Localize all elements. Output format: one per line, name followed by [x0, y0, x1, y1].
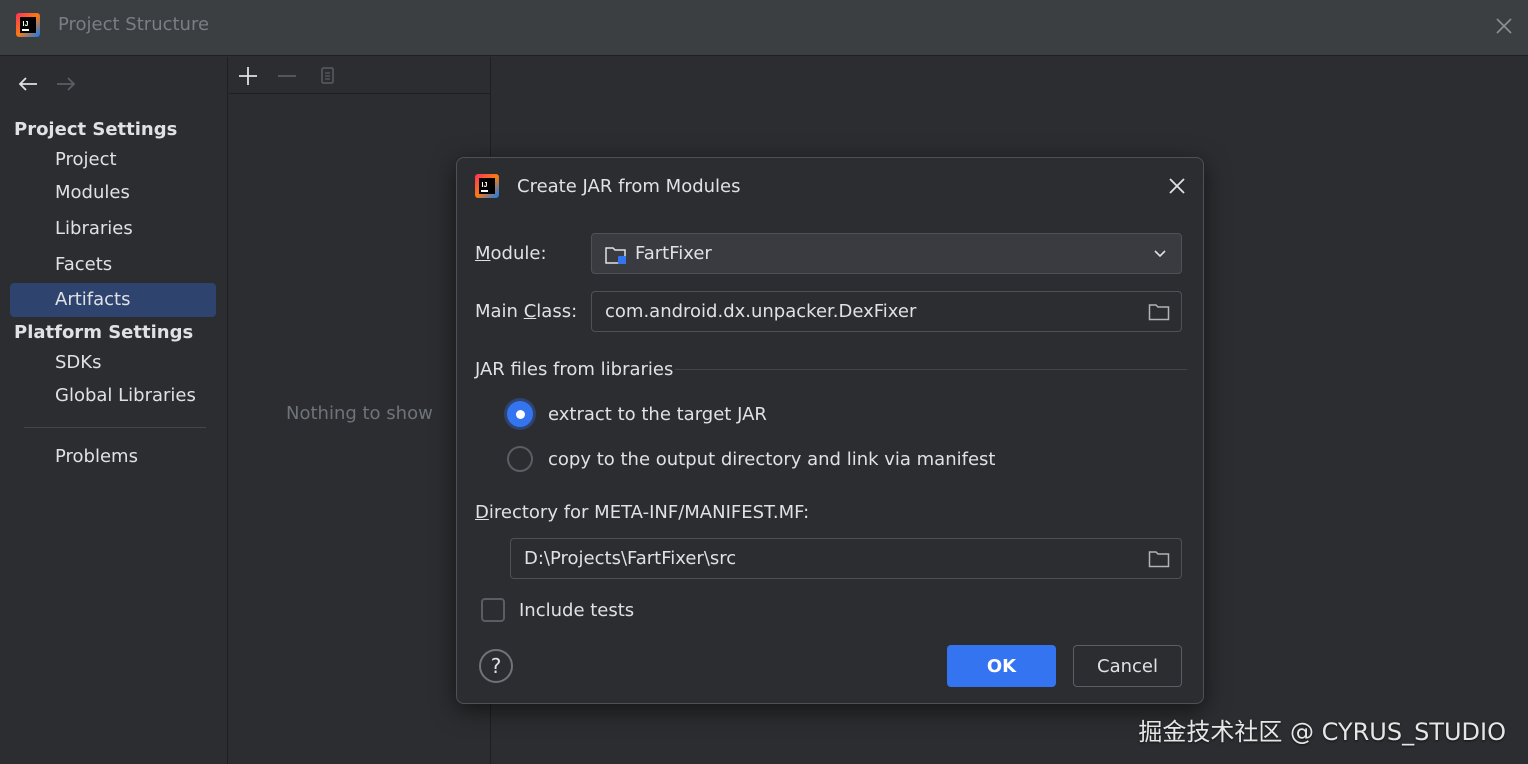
radio-label: copy to the output directory and link vi…: [548, 448, 996, 470]
svg-text:IJ: IJ: [482, 182, 488, 189]
folder-icon: [1148, 304, 1170, 321]
sidebar-item-label: Modules: [55, 182, 130, 203]
jar-files-group-title: JAR files from libraries: [475, 359, 674, 380]
module-label: Module:: [475, 243, 547, 264]
arrow-right-icon: [57, 77, 76, 91]
dialog-title: Create JAR from Modules: [517, 176, 741, 197]
watermark: 掘金技术社区 @ CYRUS_STUDIO: [1138, 718, 1506, 746]
close-icon: [1496, 18, 1512, 34]
main-class-label: Main Class:: [475, 301, 578, 322]
chevron-down-icon: [1154, 250, 1166, 258]
section-header-platform-settings: Platform Settings: [14, 322, 194, 343]
window-titlebar: IJ Project Structure: [0, 0, 1528, 56]
folder-icon: [1148, 551, 1170, 568]
empty-list-text: Nothing to show: [286, 403, 433, 424]
main-class-value: com.android.dx.unpacker.DexFixer: [605, 301, 917, 322]
sidebar-item-label: Problems: [55, 446, 138, 467]
sidebar-item-modules[interactable]: Modules: [10, 176, 216, 210]
window-title: Project Structure: [58, 14, 210, 35]
sidebar-item-problems[interactable]: Problems: [10, 440, 216, 474]
copy-icon: [321, 67, 334, 84]
sidebar-item-libraries[interactable]: Libraries: [10, 212, 216, 246]
radio-label: extract to the target JAR: [548, 403, 767, 425]
artifacts-list-panel: Nothing to show: [229, 57, 491, 764]
main-class-field[interactable]: com.android.dx.unpacker.DexFixer: [591, 291, 1182, 332]
help-button[interactable]: ?: [479, 649, 513, 683]
close-icon: [1169, 178, 1185, 194]
intellij-logo-icon: IJ: [16, 13, 40, 37]
radio-extract-to-jar[interactable]: extract to the target JAR: [507, 399, 767, 429]
manifest-directory-field[interactable]: D:\Projects\FartFixer\src: [510, 538, 1182, 579]
manifest-directory-value: D:\Projects\FartFixer\src: [524, 548, 737, 569]
sidebar-item-label: Global Libraries: [55, 385, 196, 406]
forward-button[interactable]: [54, 72, 78, 96]
sidebar-divider: [24, 427, 206, 428]
minus-icon: [278, 75, 296, 77]
radio-button-checked[interactable]: [507, 401, 533, 427]
sidebar-item-project[interactable]: Project: [10, 143, 216, 177]
sidebar-item-facets[interactable]: Facets: [10, 248, 216, 282]
sidebar-item-label: Artifacts: [55, 289, 131, 310]
add-artifact-button[interactable]: [235, 63, 261, 89]
back-button[interactable]: [16, 72, 40, 96]
artifacts-toolbar: [229, 57, 490, 94]
sidebar-item-label: Facets: [55, 254, 113, 275]
create-jar-dialog: IJ Create JAR from Modules Module: FartF…: [456, 157, 1204, 704]
include-tests-checkbox[interactable]: [481, 598, 505, 622]
remove-artifact-button[interactable]: [274, 63, 300, 89]
manifest-directory-label: Directory for META-INF/MANIFEST.MF:: [475, 502, 810, 523]
intellij-logo-icon: IJ: [475, 174, 499, 198]
browse-main-class-button[interactable]: [1147, 301, 1171, 323]
radio-button-unchecked[interactable]: [507, 446, 533, 472]
cancel-button[interactable]: Cancel: [1073, 645, 1182, 687]
include-tests-label: Include tests: [519, 599, 635, 621]
sidebar-item-global-libraries[interactable]: Global Libraries: [10, 379, 216, 413]
arrow-left-icon: [18, 77, 37, 91]
plus-icon: [239, 67, 257, 85]
sidebar-item-artifacts[interactable]: Artifacts: [10, 283, 216, 317]
include-tests-row[interactable]: Include tests: [481, 598, 634, 622]
module-value: FartFixer: [635, 243, 712, 264]
sidebar-item-label: Libraries: [55, 218, 133, 239]
module-folder-icon: [605, 247, 626, 264]
question-mark-icon: ?: [490, 654, 502, 678]
sidebar-item-label: Project: [55, 149, 117, 170]
group-separator: [675, 369, 1187, 370]
radio-copy-to-output[interactable]: copy to the output directory and link vi…: [507, 444, 995, 474]
module-combobox[interactable]: FartFixer: [591, 233, 1182, 274]
svg-text:IJ: IJ: [23, 21, 29, 28]
sidebar-item-label: SDKs: [55, 352, 102, 373]
settings-sidebar: Project Settings Project Modules Librari…: [0, 57, 228, 764]
dialog-close-button[interactable]: [1163, 172, 1191, 200]
copy-artifact-button[interactable]: [314, 63, 340, 89]
browse-manifest-directory-button[interactable]: [1147, 548, 1171, 570]
ok-button[interactable]: OK: [947, 645, 1056, 687]
window-close-button[interactable]: [1490, 12, 1518, 40]
sidebar-item-sdks[interactable]: SDKs: [10, 346, 216, 380]
section-header-project-settings: Project Settings: [14, 119, 178, 140]
